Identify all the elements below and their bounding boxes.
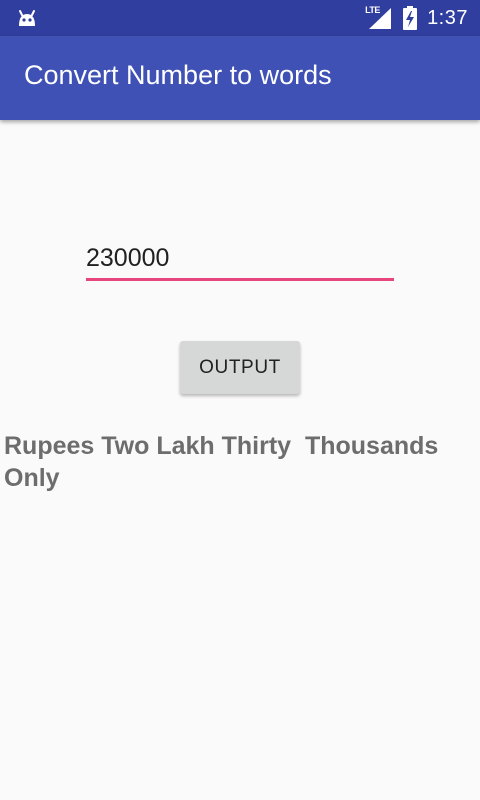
app-title: Convert Number to words: [24, 60, 332, 90]
app-bar: Convert Number to words: [0, 36, 480, 120]
status-bar: LTE 1:37: [0, 0, 480, 36]
lte-signal-icon: LTE: [365, 5, 393, 30]
output-button[interactable]: OUTPUT: [180, 341, 300, 394]
result-text: Rupees Two Lakh Thirty Thousands Only: [4, 432, 446, 492]
number-input[interactable]: [86, 238, 394, 281]
android-icon: [19, 10, 35, 26]
status-time: 1:37: [427, 6, 468, 29]
battery-charging-icon: [403, 6, 418, 30]
